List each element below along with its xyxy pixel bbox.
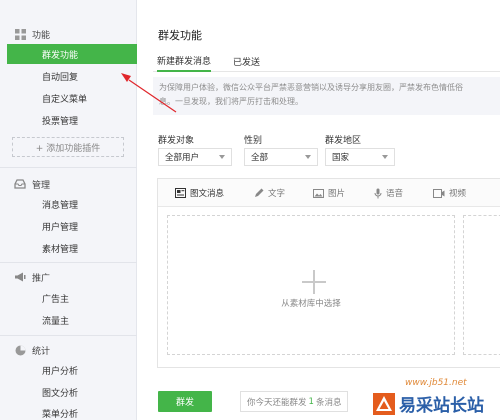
grid-icon	[14, 28, 26, 40]
notice-line: 息。一旦发现，我们将严厉打击和处理。	[159, 97, 303, 106]
quota-prefix: 你今天还能群发	[247, 397, 307, 408]
sidebar-item-material-manage[interactable]: 素材管理	[0, 238, 137, 258]
section-header-manage: 管理	[0, 175, 137, 193]
sidebar-item-label: 消息管理	[42, 200, 79, 211]
divider	[0, 262, 137, 263]
video-icon	[433, 188, 445, 198]
sidebar-item-user-analysis[interactable]: 用户分析	[0, 360, 137, 380]
divider	[0, 167, 137, 168]
editor-tab-label: 图片	[328, 189, 346, 199]
sidebar-item-label: 素材管理	[42, 244, 79, 255]
sidebar-item-mass-send[interactable]: 群发功能	[7, 44, 137, 64]
section-title: 统计	[32, 346, 51, 357]
target-select[interactable]: 全部用户	[158, 148, 232, 166]
filter-label-region: 群发地区	[325, 136, 362, 146]
sidebar-item-advertiser[interactable]: 广告主	[0, 288, 137, 308]
sidebar-item-label: 自定义菜单	[42, 94, 88, 105]
caret-down-icon	[219, 155, 225, 159]
watermark-brand: 易采站长站	[399, 396, 484, 416]
sidebar-item-vote-manage[interactable]: 投票管理	[0, 110, 137, 130]
sidebar-item-menu-analysis[interactable]: 菜单分析	[0, 403, 137, 420]
main-content: 群发功能 新建群发消息 已发送 为保障用户体验，微信公众平台严禁恶意营销以及诱导…	[137, 0, 500, 420]
editor-tab-voice[interactable]: 语音	[374, 187, 403, 199]
editor-tab-bar: 图文消息 文字 图片 语音 视频	[158, 179, 500, 207]
sidebar-item-label: 菜单分析	[42, 409, 79, 420]
section-title: 推广	[32, 273, 51, 284]
section-title: 功能	[32, 30, 51, 41]
editor-tab-video[interactable]: 视频	[433, 187, 466, 199]
sidebar-item-label: 流量主	[42, 316, 70, 327]
create-new-card[interactable]	[463, 215, 500, 355]
sidebar-item-traffic-owner[interactable]: 流量主	[0, 310, 137, 330]
sidebar-item-label: 投票管理	[42, 116, 79, 127]
image-icon	[313, 188, 324, 198]
mass-send-button[interactable]: 群发	[158, 391, 212, 412]
tab-bar: 新建群发消息 已发送	[153, 50, 500, 72]
region-select[interactable]: 国家	[325, 148, 395, 166]
tab-new-mass-message[interactable]: 新建群发消息	[157, 50, 212, 72]
watermark: 易采站长站	[370, 387, 500, 420]
sidebar-item-label: 图文分析	[42, 388, 79, 399]
filter-label-target: 群发对象	[158, 136, 195, 146]
material-hint: 从素材库中选择	[281, 299, 341, 309]
quota-count: 1	[308, 396, 314, 407]
editor-tab-label: 文字	[268, 189, 286, 199]
sidebar-item-article-analysis[interactable]: 图文分析	[0, 382, 137, 402]
send-quota: 你今天还能群发 1 条消息	[240, 391, 349, 412]
editor-tab-article[interactable]: 图文消息	[175, 187, 224, 199]
message-editor: 图文消息 文字 图片 语音 视频 从素材库中选择	[157, 178, 500, 368]
quota-suffix: 条消息	[315, 397, 342, 408]
article-icon	[175, 188, 186, 198]
add-plugin-button[interactable]: + 添加功能插件	[12, 137, 124, 157]
megaphone-icon	[14, 271, 26, 283]
pen-icon	[254, 188, 264, 198]
editor-tab-image[interactable]: 图片	[313, 187, 345, 199]
caret-down-icon	[382, 155, 388, 159]
sidebar: 功能 群发功能 自动回复 自定义菜单 投票管理 + 添加功能插件 管理 消息管理…	[0, 0, 137, 420]
sidebar-item-label: 群发功能	[42, 50, 79, 61]
filter-label-gender: 性别	[244, 136, 263, 146]
gender-select[interactable]: 全部	[244, 148, 318, 166]
page-title: 群发功能	[158, 29, 202, 42]
sidebar-item-label: 广告主	[42, 294, 70, 305]
sidebar-item-label: 自动回复	[42, 72, 79, 83]
site-logo-icon	[373, 392, 395, 415]
caret-down-icon	[305, 155, 311, 159]
sidebar-item-custom-menu[interactable]: 自定义菜单	[0, 88, 137, 108]
sidebar-item-label: 用户分析	[42, 366, 79, 377]
notice-line: 为保障用户体验，微信公众平台严禁恶意营销以及诱导分享朋友圈，严禁发布色情低俗	[159, 83, 463, 92]
editor-tab-label: 语音	[386, 189, 404, 199]
microphone-icon	[374, 188, 382, 199]
editor-tab-label: 图文消息	[190, 189, 225, 199]
editor-tab-text[interactable]: 文字	[254, 187, 285, 199]
sidebar-item-auto-reply[interactable]: 自动回复	[0, 66, 137, 86]
sidebar-item-message-manage[interactable]: 消息管理	[0, 194, 137, 214]
pie-chart-icon	[14, 344, 26, 356]
tray-icon	[14, 178, 26, 190]
select-value: 国家	[332, 153, 350, 163]
tab-sent[interactable]: 已发送	[233, 50, 260, 72]
select-from-material-library[interactable]: 从素材库中选择	[167, 215, 455, 355]
select-value: 全部	[251, 153, 269, 163]
policy-notice: 为保障用户体验，微信公众平台严禁恶意营销以及诱导分享朋友圈，严禁发布色情低俗 息…	[153, 77, 500, 115]
section-header-promotion: 推广	[0, 268, 137, 286]
select-value: 全部用户	[165, 153, 200, 163]
section-header-functions: 功能	[0, 25, 137, 43]
editor-tab-label: 视频	[449, 189, 467, 199]
plus-icon	[302, 270, 326, 294]
sidebar-item-user-manage[interactable]: 用户管理	[0, 216, 137, 236]
section-header-statistics: 统计	[0, 341, 137, 359]
section-title: 管理	[32, 180, 51, 191]
divider	[0, 335, 137, 336]
sidebar-item-label: 用户管理	[42, 222, 79, 233]
